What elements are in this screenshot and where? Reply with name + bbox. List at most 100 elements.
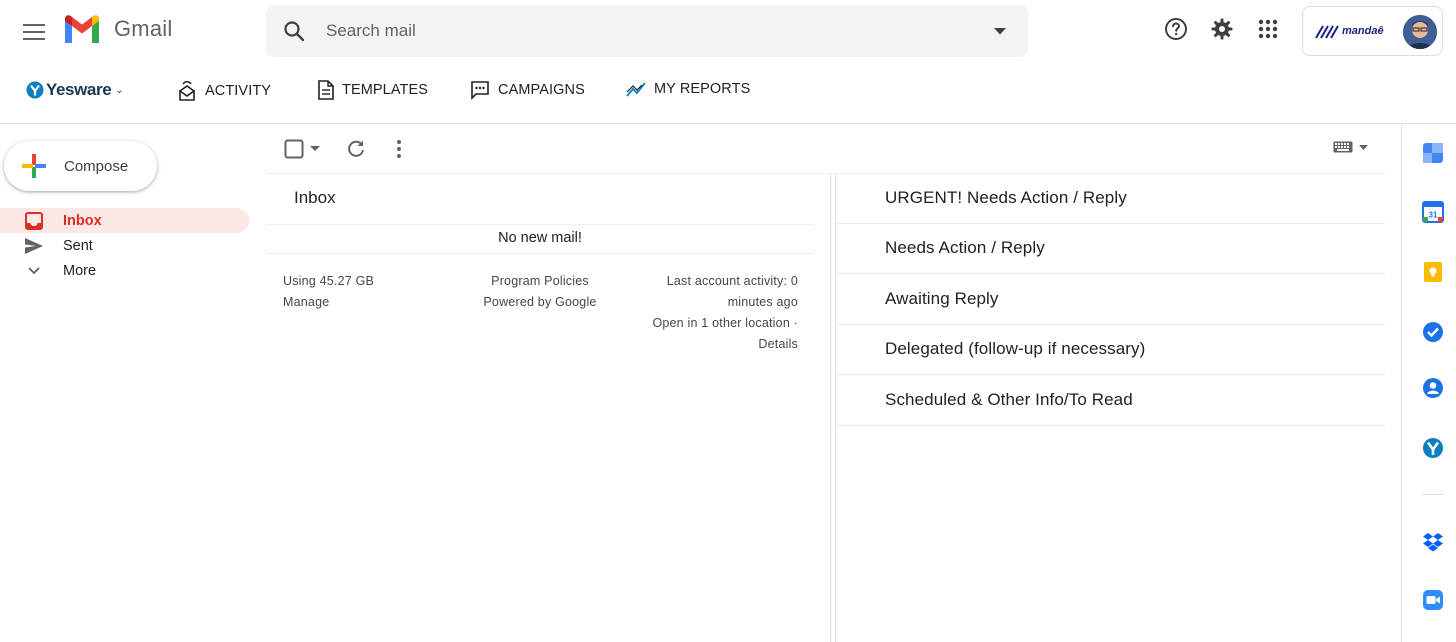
chevron-down-icon — [24, 261, 44, 281]
sidebar-item-sent[interactable]: Sent — [0, 233, 93, 258]
dropbox-icon — [1423, 533, 1443, 552]
more-vert-icon — [397, 140, 401, 158]
divider — [266, 224, 814, 225]
sidebar-item-inbox[interactable]: Inbox — [0, 208, 249, 233]
support-button[interactable] — [1162, 15, 1190, 43]
side-app-button[interactable] — [1421, 320, 1445, 344]
keyboard-icon — [1333, 141, 1353, 153]
activity-details-link[interactable]: Details — [618, 334, 798, 355]
contacts-icon — [1423, 378, 1443, 398]
side-app-button[interactable] — [1421, 260, 1445, 284]
document-icon — [318, 80, 334, 100]
section-label: Scheduled & Other Info/To Read — [885, 390, 1133, 409]
input-tools-button[interactable] — [1333, 141, 1368, 153]
more-actions-button[interactable] — [390, 137, 408, 161]
chevron-down-icon: ⌄ — [115, 84, 124, 96]
divider — [1422, 494, 1444, 495]
checkbox-icon — [284, 139, 304, 159]
gmail-m-icon — [65, 15, 99, 43]
mandae-logo-icon — [1315, 25, 1339, 39]
refresh-button[interactable] — [346, 137, 366, 161]
search-options-button[interactable] — [988, 19, 1012, 43]
search-icon[interactable] — [282, 19, 306, 43]
trend-line-icon — [626, 82, 646, 97]
select-all-checkbox[interactable] — [284, 137, 320, 161]
yesware-nav-activity[interactable]: ACTIVITY — [177, 80, 271, 102]
search-bar — [266, 5, 1028, 57]
powered-by-google: Powered by Google — [483, 295, 597, 309]
avatar[interactable] — [1403, 15, 1437, 49]
pane-resize-handle[interactable] — [830, 174, 836, 642]
section-delegated[interactable]: Delegated (follow-up if necessary) — [837, 325, 1385, 375]
chat-bubble-icon — [471, 81, 489, 100]
keep-icon — [1424, 262, 1442, 282]
organization-logo: mandaê — [1315, 23, 1384, 39]
search-input[interactable] — [326, 17, 966, 45]
user-photo-icon — [1403, 15, 1437, 49]
side-app-button[interactable] — [1421, 376, 1445, 400]
settings-button[interactable] — [1208, 15, 1236, 43]
compose-plus-icon — [22, 154, 46, 178]
gmail-header: Gmail Search mail mandaê — [0, 0, 1456, 62]
caret-down-icon — [994, 27, 1006, 34]
section-needs-action[interactable]: Needs Action / Reply — [837, 224, 1385, 274]
section-urgent[interactable]: URGENT! Needs Action / Reply — [837, 174, 1385, 224]
yesware-menu[interactable]: Yesware ⌄ — [26, 80, 124, 100]
inbox-icon — [24, 211, 44, 231]
yesware-nav-label: ACTIVITY — [205, 83, 272, 99]
yesware-toolbar: Yesware ⌄ ACTIVITY TEMPLATES CAMPAIGNS M… — [0, 62, 1456, 124]
divider — [266, 253, 814, 254]
section-scheduled[interactable]: Scheduled & Other Info/To Read — [837, 376, 1385, 426]
account-switcher[interactable]: mandaê — [1302, 6, 1443, 56]
sidebar-item-label: More — [63, 262, 97, 279]
yesware-nav-label: CAMPAIGNS — [498, 82, 585, 98]
compose-button[interactable]: Compose — [4, 141, 157, 191]
yesware-nav-templates[interactable]: TEMPLATES — [318, 80, 428, 100]
organization-name: mandaê — [1342, 25, 1384, 37]
side-app-button[interactable]: 31 — [1421, 200, 1445, 224]
side-app-button[interactable] — [1421, 588, 1445, 612]
caret-down-icon — [1359, 144, 1368, 150]
compose-label: Compose — [64, 157, 129, 175]
section-label: Awaiting Reply — [885, 289, 999, 308]
yesware-nav-my-reports[interactable]: MY REPORTS — [626, 80, 750, 98]
manage-storage-link[interactable]: Manage — [283, 292, 374, 313]
apps-grid-icon — [1258, 19, 1278, 39]
section-label: Needs Action / Reply — [885, 238, 1045, 257]
inbox-section-title: Inbox — [294, 188, 336, 207]
sidebar-item-more[interactable]: More — [0, 258, 96, 283]
calendar-app-icon — [1423, 143, 1443, 163]
google-calendar-icon: 31 — [1422, 201, 1444, 223]
sidebar-item-label: Inbox — [63, 212, 102, 229]
side-app-button[interactable] — [1421, 530, 1445, 554]
yesware-brand-label: Yesware — [46, 80, 112, 99]
yesware-logo-icon — [26, 81, 44, 99]
gmail-logo[interactable]: Gmail — [62, 13, 172, 45]
gmail-wordmark: Gmail — [114, 16, 173, 41]
google-apps-button[interactable] — [1254, 15, 1282, 43]
section-label: Delegated (follow-up if necessary) — [885, 339, 1146, 358]
yesware-icon — [1423, 438, 1443, 458]
tasks-icon — [1423, 322, 1443, 342]
yesware-nav-campaigns[interactable]: CAMPAIGNS — [470, 80, 585, 100]
storage-usage: Using 45.27 GB — [283, 274, 375, 288]
refresh-icon — [348, 140, 364, 157]
main-menu-button[interactable] — [14, 12, 54, 52]
sidebar-item-label: Sent — [63, 237, 93, 254]
mail-toolbar — [266, 124, 1386, 174]
hamburger-menu-icon — [23, 24, 45, 40]
zoom-icon — [1423, 590, 1443, 610]
program-policies-link[interactable]: Program Policies — [466, 271, 614, 292]
activity-icon — [179, 81, 195, 101]
last-activity-time: minutes ago — [727, 295, 798, 309]
side-panel: 31 — [1401, 124, 1456, 642]
side-app-button[interactable] — [1421, 141, 1445, 165]
side-app-button[interactable] — [1421, 436, 1445, 460]
help-icon — [1165, 18, 1187, 40]
account-activity: Last account activity: 0 minutes ago Ope… — [618, 271, 798, 355]
section-awaiting-reply[interactable]: Awaiting Reply — [837, 275, 1385, 325]
footer-links: Program Policies Powered by Google — [466, 271, 614, 313]
gear-icon — [1211, 18, 1233, 40]
empty-inbox-message: No new mail! — [498, 230, 582, 246]
caret-down-icon — [310, 146, 320, 151]
